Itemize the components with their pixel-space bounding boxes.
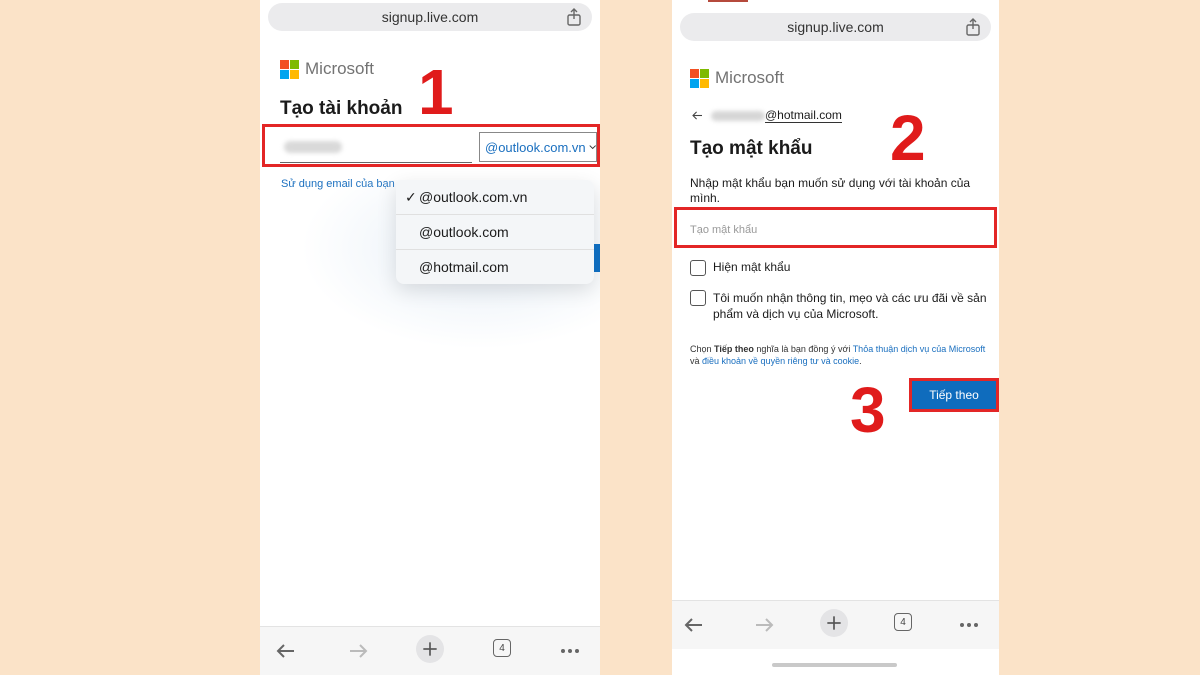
browser-toolbar: 4 (260, 626, 600, 675)
page-title: Tạo tài khoản (280, 98, 403, 119)
more-options-icon[interactable] (558, 639, 582, 663)
option-label: @outlook.com (419, 224, 509, 240)
dropdown-option[interactable]: ✓ @outlook.com.vn (396, 180, 594, 215)
share-icon[interactable] (965, 18, 981, 36)
legal-text: Chọn Tiếp theo nghĩa là bạn đồng ý với T… (690, 343, 995, 367)
new-tab-button[interactable] (416, 635, 444, 663)
highlight-box-3 (909, 378, 999, 412)
step-number-3: 3 (850, 374, 886, 446)
show-password-checkbox[interactable] (690, 260, 706, 276)
step-number-2: 2 (890, 102, 926, 174)
show-password-label: Hiện mật khẩu (713, 260, 791, 274)
forward-arrow-icon[interactable] (752, 613, 776, 637)
microsoft-squares-icon (690, 68, 709, 88)
brand-name: Microsoft (305, 59, 374, 78)
tabs-count-icon[interactable]: 4 (894, 613, 912, 631)
microsoft-squares-icon (280, 59, 299, 79)
back-arrow-icon[interactable] (274, 639, 298, 663)
back-arrow-icon[interactable] (682, 613, 706, 637)
blurred-username (711, 110, 765, 121)
microsoft-logo: Microsoft (690, 68, 784, 88)
plus-icon (423, 642, 437, 656)
microsoft-logo: Microsoft (280, 59, 374, 79)
page-title: Tạo mật khẩu (690, 138, 813, 159)
tabs-count-icon[interactable]: 4 (493, 639, 511, 657)
home-indicator (772, 663, 897, 667)
right-phone-screen: signup.live.com Microsoft @hotmail.com T… (672, 0, 999, 675)
privacy-cookie-link[interactable]: điều khoản về quyền riêng tư và cookie (702, 356, 859, 366)
top-tab-strip (708, 0, 748, 2)
email-domain: @hotmail.com (765, 108, 842, 123)
share-icon[interactable] (566, 8, 582, 26)
url-text: signup.live.com (787, 19, 884, 35)
option-label: @hotmail.com (419, 259, 509, 275)
forward-arrow-icon[interactable] (346, 639, 370, 663)
legal-and: và (690, 356, 703, 366)
legal-middle: nghĩa là bạn đồng ý với (753, 344, 853, 354)
next-button-partial[interactable] (594, 244, 600, 272)
marketing-label: Tôi muốn nhận thông tin, mẹo và các ưu đ… (713, 291, 987, 321)
dropdown-option[interactable]: @outlook.com (396, 215, 594, 250)
legal-bold: Tiếp theo (714, 344, 754, 354)
tab-count: 4 (900, 616, 906, 628)
marketing-checkbox[interactable] (690, 290, 706, 306)
highlight-box-2 (674, 207, 997, 248)
browser-toolbar: 4 (672, 600, 999, 649)
more-options-icon[interactable] (957, 613, 981, 637)
highlight-box-1 (262, 124, 600, 167)
instruction-text: Nhập mật khẩu bạn muốn sử dụng với tài k… (690, 176, 971, 204)
url-bar[interactable]: signup.live.com (680, 13, 991, 41)
url-bar[interactable]: signup.live.com (268, 3, 592, 31)
brand-name: Microsoft (715, 68, 784, 87)
plus-icon (827, 616, 841, 630)
url-text: signup.live.com (381, 9, 479, 25)
option-label: @outlook.com.vn (419, 189, 528, 205)
domain-dropdown-menu: ✓ @outlook.com.vn @outlook.com @hotmail.… (396, 180, 594, 284)
dropdown-option[interactable]: @hotmail.com (396, 250, 594, 284)
service-agreement-link[interactable]: Thỏa thuận dịch vụ của Microsoft (853, 344, 986, 354)
back-arrow-icon (692, 111, 702, 120)
back-to-email-link[interactable]: @hotmail.com (692, 108, 842, 123)
legal-prefix: Chọn (690, 344, 715, 354)
legal-end: . (859, 356, 862, 366)
tab-count: 4 (499, 642, 505, 654)
new-tab-button[interactable] (820, 609, 848, 637)
step-number-1: 1 (418, 56, 454, 128)
checkmark-icon: ✓ (405, 188, 417, 205)
